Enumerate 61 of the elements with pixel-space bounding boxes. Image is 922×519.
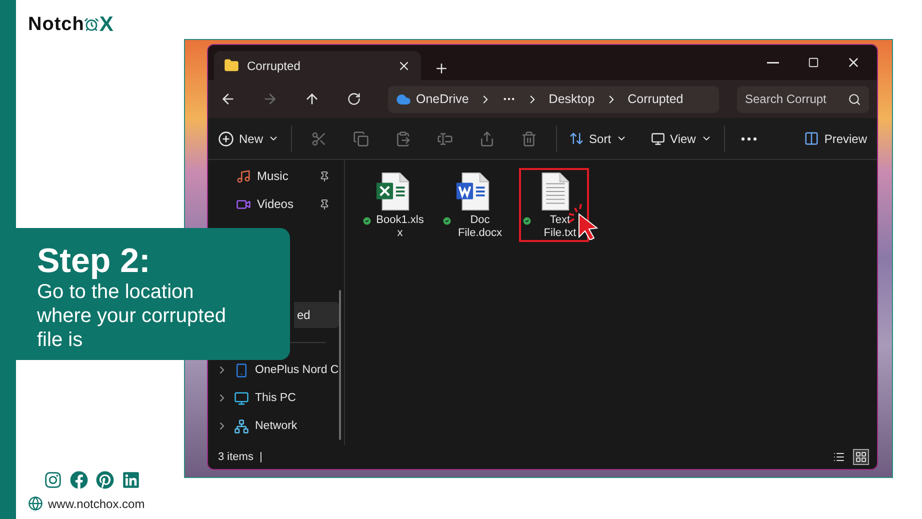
view-button[interactable]: View <box>651 132 712 146</box>
phone-icon <box>234 362 249 378</box>
instagram-icon[interactable] <box>44 471 62 489</box>
preview-pane-icon <box>804 131 820 146</box>
sidebar-item[interactable]: This PC <box>234 390 296 406</box>
file-name: Doc File.docx <box>456 214 504 240</box>
file-name: Book1.xlsx <box>375 214 425 240</box>
item-count: 3 items <box>218 451 254 463</box>
folder-icon <box>224 58 239 73</box>
search-field[interactable]: Search Corrupt <box>737 86 869 112</box>
delete-icon <box>521 130 538 146</box>
minimize-icon <box>767 62 779 64</box>
share-icon <box>479 130 496 146</box>
cloud-icon <box>396 92 411 106</box>
pc-icon <box>234 390 249 406</box>
tab-title: Corrupted <box>247 58 302 72</box>
spreadsheet-file-icon <box>376 172 412 211</box>
plus-icon <box>434 60 448 76</box>
search-icon <box>848 92 861 106</box>
cut-icon <box>311 130 328 146</box>
maximize-icon <box>808 57 818 68</box>
status-separator: | <box>259 451 262 463</box>
logo: Notch X <box>28 12 115 38</box>
grid-icon <box>855 451 867 463</box>
preview-button[interactable]: Preview <box>804 131 867 146</box>
copy-icon <box>353 130 370 146</box>
right-arrow-icon <box>262 91 278 107</box>
clock-icon <box>84 17 100 32</box>
linkedin-icon[interactable] <box>122 471 140 489</box>
plus-circle-icon <box>218 130 234 146</box>
folder-tab[interactable]: Corrupted <box>214 51 421 80</box>
sort-button[interactable]: Sort <box>569 131 628 146</box>
file-name: Text File.txt <box>542 214 578 240</box>
network-icon <box>234 418 249 434</box>
file-item[interactable]: Doc File.docx <box>439 168 509 242</box>
new-button[interactable]: New <box>218 130 280 146</box>
sidebar-item[interactable]: OnePlus Nord C <box>234 362 339 378</box>
monitor-icon <box>651 132 666 146</box>
step-description: Go to the location where your corrupted file is <box>37 280 227 352</box>
globe-icon <box>28 496 43 511</box>
document-file-icon <box>456 172 492 211</box>
sidebar-item[interactable]: ed <box>294 302 339 328</box>
address-bar[interactable]: OneDrive Desktop Corrupted <box>388 86 719 112</box>
sidebar-item[interactable]: Videos <box>236 196 294 212</box>
tiles-view-button[interactable] <box>853 449 869 465</box>
sidebar-item[interactable]: Music <box>236 168 288 184</box>
more-icon <box>740 136 757 140</box>
rename-icon <box>437 130 454 146</box>
pinterest-icon[interactable] <box>96 471 114 489</box>
paste-icon <box>395 130 412 146</box>
step-title: Step 2: <box>37 242 152 280</box>
breadcrumb[interactable]: Desktop <box>548 92 595 106</box>
refresh-icon <box>347 92 361 106</box>
breadcrumb[interactable]: OneDrive <box>396 92 469 106</box>
music-icon <box>236 168 251 184</box>
file-item[interactable]: Book1.xlsx <box>359 168 429 242</box>
facebook-icon[interactable] <box>70 471 88 489</box>
website-link[interactable]: www.notchox.com <box>48 496 145 510</box>
breadcrumb[interactable]: Corrupted <box>628 92 684 106</box>
sort-icon <box>569 131 584 146</box>
sidebar-item[interactable]: Network <box>234 418 298 434</box>
